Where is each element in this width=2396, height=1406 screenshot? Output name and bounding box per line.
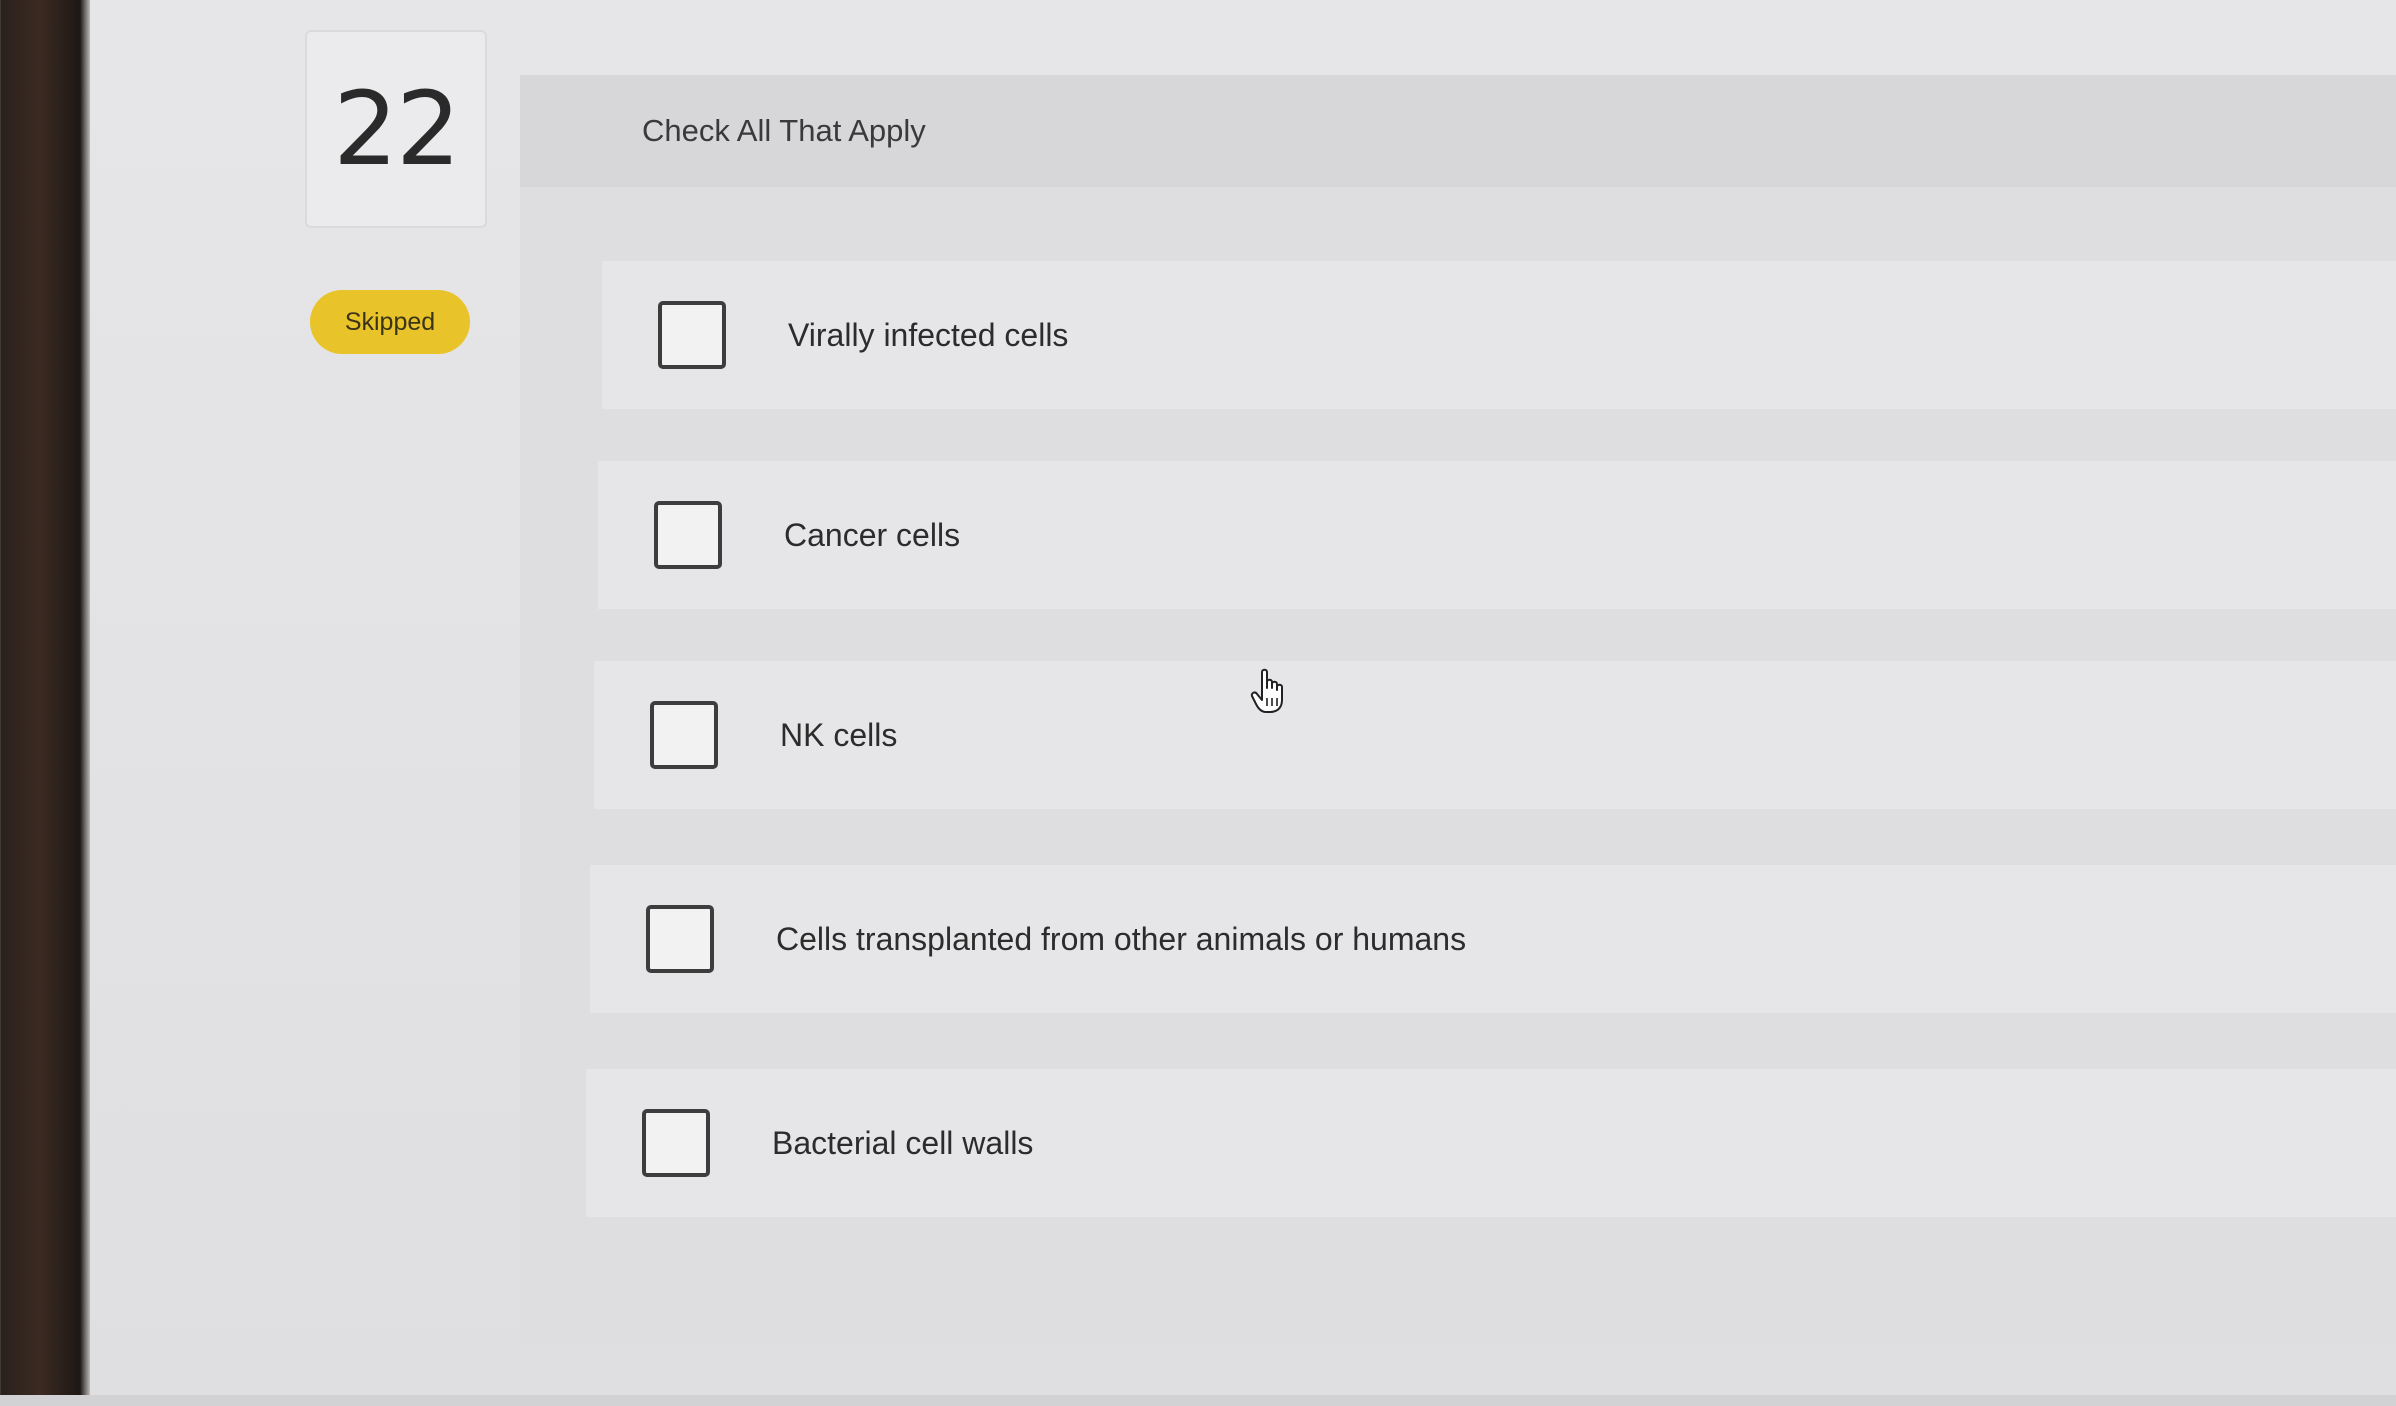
question-number-box: 22	[305, 30, 487, 228]
question-instruction: Check All That Apply	[642, 113, 926, 148]
hand-pointer-icon	[1250, 668, 1283, 713]
option-label: Virally infected cells	[788, 316, 1069, 353]
option-row[interactable]: Bacterial cell walls	[586, 1069, 2396, 1217]
option-checkbox[interactable]	[650, 701, 718, 769]
question-header: Check All That Apply	[520, 75, 2396, 187]
option-checkbox[interactable]	[658, 301, 726, 369]
option-row[interactable]: Cancer cells	[598, 461, 2396, 609]
status-badge: Skipped	[310, 290, 470, 354]
option-label: Bacterial cell walls	[772, 1124, 1034, 1161]
option-label: NK cells	[780, 716, 898, 753]
option-label: Cells transplanted from other animals or…	[776, 920, 1467, 957]
option-checkbox[interactable]	[642, 1109, 710, 1177]
option-row[interactable]: NK cells	[594, 661, 2396, 809]
option-checkbox[interactable]	[654, 501, 722, 569]
option-checkbox[interactable]	[646, 905, 714, 973]
option-row[interactable]: Cells transplanted from other animals or…	[590, 865, 2396, 1013]
option-label: Cancer cells	[784, 516, 961, 553]
option-row[interactable]: Virally infected cells	[602, 261, 2396, 409]
bottom-edge	[0, 1395, 2396, 1406]
question-number: 22	[333, 69, 461, 189]
question-panel: Check All That Apply Virally infected ce…	[520, 75, 2396, 1345]
